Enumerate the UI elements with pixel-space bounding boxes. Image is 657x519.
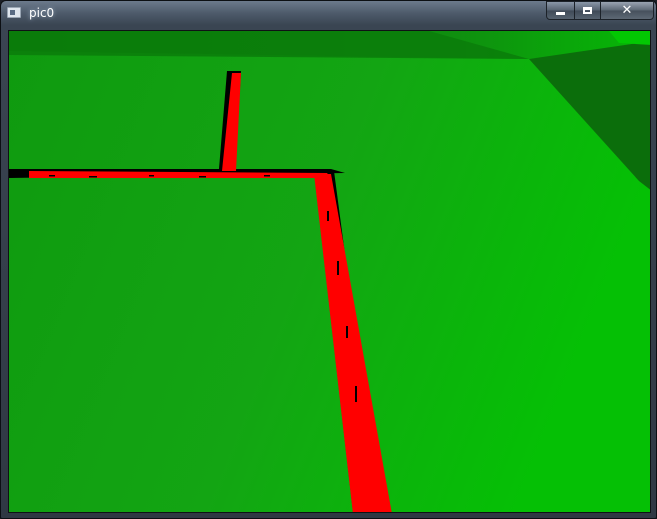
- maximize-button[interactable]: [574, 1, 601, 20]
- image-canvas[interactable]: [8, 30, 651, 513]
- title-bar[interactable]: pic0 ✕: [1, 1, 656, 27]
- window-controls: ✕: [546, 1, 654, 21]
- camera-view: [9, 31, 650, 512]
- close-button[interactable]: ✕: [600, 1, 654, 20]
- window-title: pic0: [29, 6, 55, 20]
- maximize-icon: [583, 7, 592, 14]
- minimize-button[interactable]: [546, 1, 575, 20]
- minimize-icon: [556, 12, 565, 15]
- application-window: pic0 ✕: [0, 0, 657, 519]
- window-app-icon[interactable]: [7, 7, 21, 18]
- close-icon: ✕: [621, 3, 633, 18]
